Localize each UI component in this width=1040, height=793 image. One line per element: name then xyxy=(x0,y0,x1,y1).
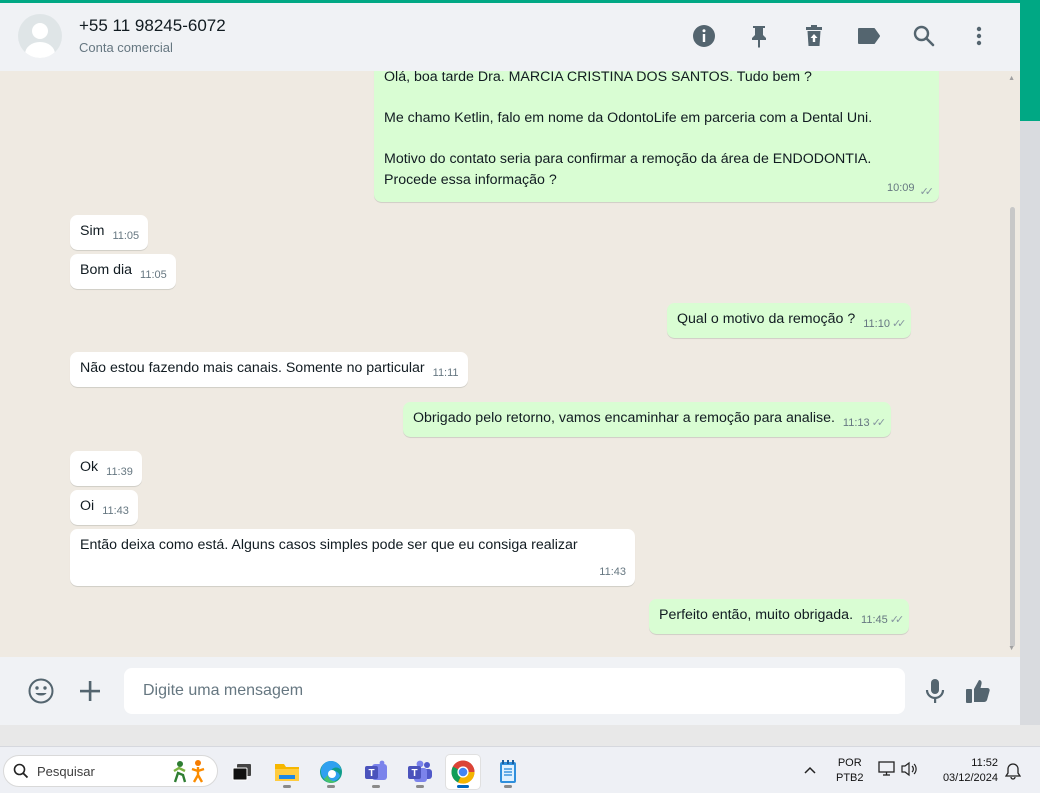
emoji-icon[interactable] xyxy=(27,677,55,705)
message-text-line: Procede essa informação ? xyxy=(384,172,557,188)
message-outgoing[interactable]: Olá, boa tarde Dra. MARCIA CRISTINA DOS … xyxy=(374,71,939,202)
menu-kebab-icon[interactable] xyxy=(966,23,992,49)
composer-bar xyxy=(0,657,1020,725)
taskbar-search-icon xyxy=(13,763,29,779)
message-time: 11:11 xyxy=(432,367,459,379)
taskbar-search-label: Pesquisar xyxy=(37,763,95,779)
thumbs-up-icon[interactable] xyxy=(964,677,992,705)
message-incoming[interactable]: Não estou fazendo mais canais. Somente n… xyxy=(70,352,468,387)
contact-name: +55 11 98245-6072 xyxy=(79,16,226,35)
message-text: Qual o motivo da remoção ? xyxy=(677,311,856,327)
pin-icon[interactable] xyxy=(746,23,772,49)
message-text-line: Olá, boa tarde Dra. MARCIA CRISTINA DOS … xyxy=(384,71,812,85)
chat-header: +55 11 98245-6072 Conta comercial xyxy=(0,3,1020,71)
scroll-down-arrow-icon[interactable]: ▼ xyxy=(1008,645,1015,652)
message-time: 10:09 xyxy=(886,182,915,194)
avatar-head-shape xyxy=(32,23,48,39)
message-text: Bom dia xyxy=(80,262,133,278)
microphone-icon[interactable] xyxy=(921,677,949,705)
tray-keyboard-layout: PTB2 xyxy=(836,772,864,784)
message-text: Oi xyxy=(80,498,95,514)
message-text: Perfeito então, muito obrigada. xyxy=(659,607,854,623)
avatar-body-shape xyxy=(25,42,55,58)
message-incoming[interactable]: Bom dia 11:05 xyxy=(70,254,176,289)
scroll-up-arrow-icon[interactable]: ▲ xyxy=(1008,75,1015,82)
tray-clock[interactable]: 11:52 03/12/2024 xyxy=(932,756,998,786)
window-side-margin xyxy=(1020,121,1040,746)
read-ticks-icon: ✓✓ xyxy=(889,614,905,626)
message-text: Não estou fazendo mais canais. Somente n… xyxy=(80,360,425,376)
message-meta: 10:09 ✓✓ xyxy=(886,178,935,198)
tray-time: 11:52 xyxy=(971,757,998,769)
message-input-box[interactable] xyxy=(124,668,905,714)
message-time: 11:45 xyxy=(861,614,888,626)
desktop-background-strip xyxy=(0,725,1040,746)
message-text: Então deixa como está. Alguns casos simp… xyxy=(80,537,578,553)
message-incoming[interactable]: Sim 11:05 xyxy=(70,215,149,250)
chat-scrollbar-thumb[interactable] xyxy=(1010,207,1015,647)
message-time: 11:43 xyxy=(102,505,129,517)
window-accent-strip xyxy=(1020,0,1040,121)
message-text: Sim xyxy=(80,223,105,239)
message-outgoing[interactable]: Obrigado pelo retorno, vamos encaminhar … xyxy=(403,402,892,437)
windows-taskbar: Pesquisar T T POR PTB2 11:52 03/12/2024 xyxy=(0,746,1040,793)
read-ticks-icon: ✓✓ xyxy=(871,417,887,429)
contact-avatar[interactable] xyxy=(18,14,62,58)
tray-date: 03/12/2024 xyxy=(942,772,998,784)
svg-text:T: T xyxy=(368,768,374,779)
tray-network-icon[interactable] xyxy=(878,761,896,782)
label-icon[interactable] xyxy=(856,23,882,49)
tray-chevron-up-icon[interactable] xyxy=(800,760,820,780)
message-time: 11:39 xyxy=(106,466,133,478)
message-meta: 11:43 xyxy=(599,562,626,582)
notepad-app[interactable] xyxy=(491,755,525,789)
contact-info[interactable]: +55 11 98245-6072 Conta comercial xyxy=(79,16,226,55)
teams-classic-app[interactable]: T xyxy=(359,755,393,789)
message-text-line: Me chamo Ketlin, falo em nome da OdontoL… xyxy=(384,110,873,126)
file-explorer-app[interactable] xyxy=(270,755,304,789)
tray-language-code: POR xyxy=(837,757,862,769)
tray-language-indicator[interactable]: POR PTB2 xyxy=(836,756,864,786)
read-ticks-icon: ✓✓ xyxy=(891,318,907,330)
message-text: Obrigado pelo retorno, vamos encaminhar … xyxy=(413,410,835,426)
info-icon[interactable] xyxy=(691,23,717,49)
chat-messages-area[interactable]: Olá, boa tarde Dra. MARCIA CRISTINA DOS … xyxy=(0,71,1020,657)
contact-subtitle: Conta comercial xyxy=(79,40,173,55)
chrome-browser-app[interactable] xyxy=(446,755,480,789)
message-incoming[interactable]: Oi 11:43 xyxy=(70,490,138,525)
message-outgoing[interactable]: Qual o motivo da remoção ? 11:10 ✓✓ xyxy=(667,303,912,338)
message-outgoing[interactable]: Perfeito então, muito obrigada. 11:45 ✓✓ xyxy=(649,599,910,634)
message-input[interactable] xyxy=(143,682,886,700)
search-icon[interactable] xyxy=(911,23,937,49)
svg-text:T: T xyxy=(411,768,417,779)
tray-volume-icon[interactable] xyxy=(901,761,919,782)
message-text-line: Motivo do contato seria para confirmar a… xyxy=(384,151,872,167)
read-ticks-icon: ✓✓ xyxy=(919,186,935,198)
attach-plus-icon[interactable] xyxy=(76,677,104,705)
message-time: 11:05 xyxy=(112,230,140,242)
edge-browser-app[interactable] xyxy=(314,755,348,789)
message-incoming[interactable]: Ok 11:39 xyxy=(70,451,142,486)
notification-bell-icon[interactable] xyxy=(1004,762,1022,785)
message-incoming[interactable]: Então deixa como está. Alguns casos simp… xyxy=(70,529,635,586)
search-highlight-figures-icon xyxy=(173,760,205,783)
taskbar-search-box[interactable]: Pesquisar xyxy=(3,755,218,787)
message-time: 11:10 xyxy=(863,318,890,330)
message-time: 11:13 xyxy=(842,417,870,429)
message-time: 11:05 xyxy=(140,269,167,281)
message-text: Ok xyxy=(80,459,99,475)
task-view-app[interactable] xyxy=(225,755,259,789)
delete-icon[interactable] xyxy=(801,23,827,49)
message-time: 11:43 xyxy=(599,566,626,578)
teams-app[interactable]: T xyxy=(403,755,437,789)
